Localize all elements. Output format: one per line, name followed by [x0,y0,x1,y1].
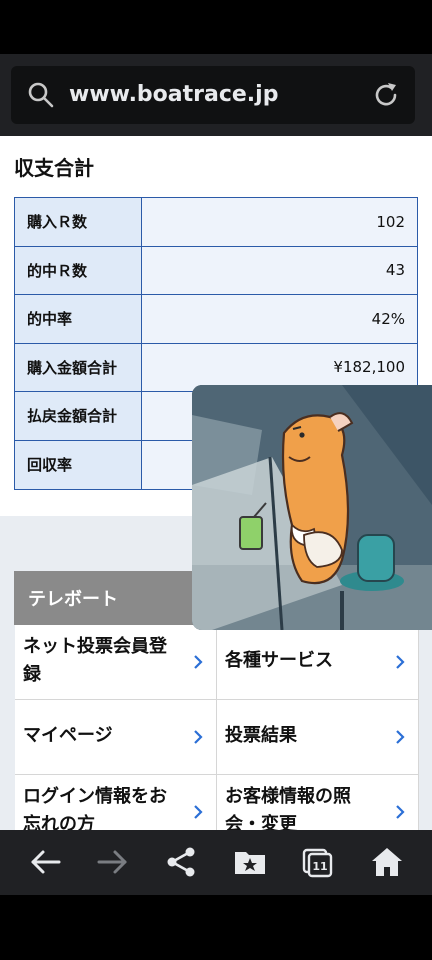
row-label: 回収率 [15,440,142,489]
link-label: 投票結果 [225,725,297,746]
table-row: 的中率 42% [15,295,417,344]
home-icon[interactable] [369,844,405,880]
system-nav-area [0,895,432,960]
bookmark-folder-icon[interactable] [232,844,268,880]
row-value: 102 [142,198,417,246]
link-forgot-login[interactable]: ログイン情報をお忘れの方 [15,775,217,830]
row-label: 的中率 [15,295,142,343]
table-row: 的中Ｒ数 43 [15,246,417,295]
browser-toolbar: www.boatrace.jp [0,54,432,136]
row-value: 43 [142,246,417,294]
row-label: 購入金額合計 [15,343,142,391]
url-text[interactable]: www.boatrace.jp [69,80,278,110]
address-bar[interactable]: www.boatrace.jp [11,66,415,124]
chevron-right-icon [396,805,405,819]
link-mypage[interactable]: マイページ [15,700,217,775]
share-icon[interactable] [163,844,199,880]
back-arrow-icon[interactable] [27,844,63,880]
chevron-right-icon [396,730,405,744]
tab-count: 11 [312,860,327,873]
link-vote-results[interactable]: 投票結果 [217,700,419,775]
reload-icon[interactable] [371,80,401,110]
chevron-right-icon [396,655,405,669]
row-label: 購入Ｒ数 [15,198,142,246]
sticker-overlay[interactable] [192,385,432,630]
browser-bottom-bar: 11 [0,830,432,895]
chevron-right-icon [194,805,203,819]
search-icon [28,82,54,108]
chevron-right-icon [194,655,203,669]
link-label: ネット投票会員登録 [23,636,167,685]
link-services[interactable]: 各種サービス [217,625,419,700]
link-label: 各種サービス [225,650,333,671]
link-label: ログイン情報をお忘れの方 [23,786,167,830]
row-value: ¥182,100 [142,343,417,391]
link-customer-info[interactable]: お客様情報の照会・変更 [217,775,419,830]
tabs-icon[interactable]: 11 [300,844,336,880]
forward-arrow-icon[interactable] [95,844,131,880]
chevron-right-icon [194,730,203,744]
link-member-registration[interactable]: ネット投票会員登録 [15,625,217,700]
sticker-character-icon [192,385,432,630]
link-label: マイページ [23,725,113,746]
status-bar [0,0,432,54]
row-value: 42% [142,295,417,343]
row-label: 的中Ｒ数 [15,246,142,294]
row-label: 払戻金額合計 [15,392,142,440]
link-label: お客様情報の照会・変更 [225,786,351,830]
table-row: 購入Ｒ数 102 [15,198,417,247]
summary-title: 収支合計 [14,156,94,180]
